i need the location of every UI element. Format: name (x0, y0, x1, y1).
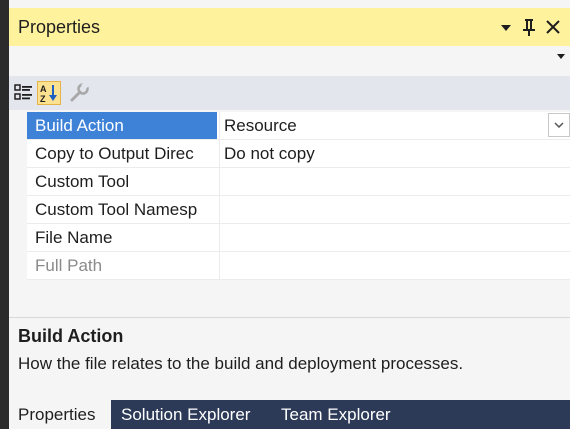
description-pane: Build Action How the file relates to the… (9, 318, 570, 400)
property-name[interactable]: Full Path (27, 252, 217, 279)
close-icon[interactable] (542, 14, 564, 40)
property-value (219, 252, 570, 279)
categorized-icon[interactable] (12, 81, 36, 105)
property-value[interactable] (219, 168, 570, 195)
alphabetical-sort-icon[interactable]: A Z (37, 81, 61, 105)
property-name[interactable]: Custom Tool (27, 168, 217, 195)
grid-empty-area (9, 280, 570, 318)
pin-icon[interactable] (518, 14, 540, 40)
tab-properties[interactable]: Properties (9, 400, 111, 429)
wrench-icon[interactable] (67, 81, 91, 105)
property-name[interactable]: Custom Tool Namesp (27, 196, 217, 223)
property-name[interactable]: Copy to Output Direc (27, 140, 217, 167)
property-name[interactable]: File Name (27, 224, 217, 251)
svg-text:Z: Z (40, 94, 46, 104)
property-row-full-path[interactable]: Full Path (27, 252, 570, 280)
properties-panel: Properties A Z Build Action Resource Cop… (9, 0, 570, 429)
window-position-dropdown-icon[interactable] (495, 14, 517, 40)
property-name[interactable]: Build Action (27, 112, 217, 139)
window-frame (0, 0, 9, 429)
property-row-copy-to-output[interactable]: Copy to Output Direc Do not copy (27, 140, 570, 168)
tab-solution-explorer[interactable]: Solution Explorer (113, 400, 258, 429)
description-text: How the file relates to the build and de… (18, 354, 464, 373)
property-grid: Build Action Resource Copy to Output Dir… (9, 112, 570, 280)
grid-gutter (9, 112, 27, 280)
title-bar: Properties (9, 8, 570, 46)
property-value[interactable]: Resource (219, 112, 570, 139)
description-title: Build Action (18, 326, 124, 346)
property-row-build-action[interactable]: Build Action Resource (27, 112, 570, 140)
tool-window-tabs: Properties Solution Explorer Team Explor… (9, 400, 570, 429)
properties-toolbar: A Z (9, 76, 570, 110)
object-selector[interactable] (9, 46, 570, 76)
svg-text:A: A (40, 84, 47, 94)
value-dropdown-icon[interactable] (548, 113, 570, 137)
tab-team-explorer[interactable]: Team Explorer (273, 400, 399, 429)
property-row-custom-tool-namespace[interactable]: Custom Tool Namesp (27, 196, 570, 224)
property-value-text[interactable]: Resource (224, 116, 297, 135)
object-selector-dropdown-icon[interactable] (556, 52, 566, 63)
property-value[interactable] (219, 196, 570, 223)
property-value[interactable] (219, 224, 570, 251)
property-value[interactable]: Do not copy (219, 140, 570, 167)
property-row-file-name[interactable]: File Name (27, 224, 570, 252)
property-row-custom-tool[interactable]: Custom Tool (27, 168, 570, 196)
panel-title: Properties (18, 17, 101, 37)
